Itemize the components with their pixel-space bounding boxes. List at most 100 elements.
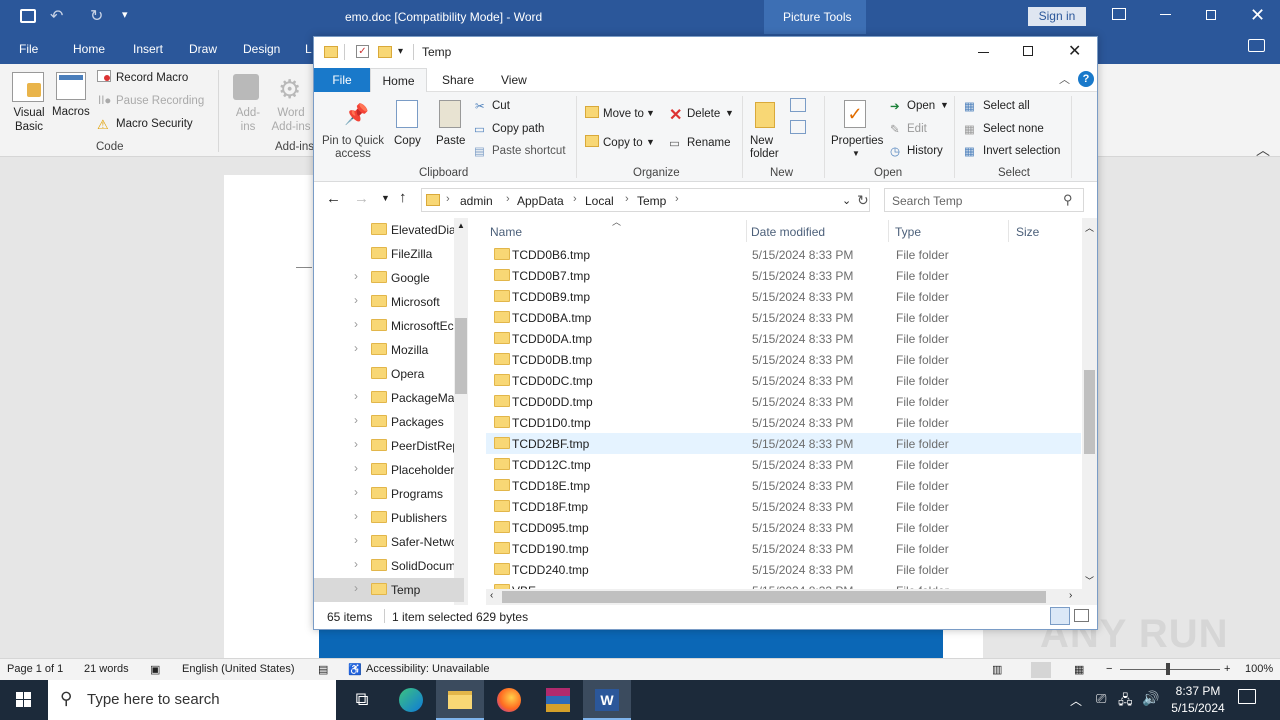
nav-item[interactable]: › Google — [314, 266, 464, 290]
expand-chevron-icon[interactable]: › — [354, 293, 358, 307]
word-addins-icon[interactable]: ⚙ — [278, 74, 301, 105]
details-view-icon[interactable] — [1050, 607, 1070, 625]
zoom-slider[interactable] — [1120, 669, 1220, 670]
file-row[interactable]: TCDD0BA.tmp 5/15/2024 8:33 PM File folder — [486, 307, 1081, 328]
breadcrumb-admin[interactable]: admin — [460, 194, 493, 208]
paste-icon[interactable] — [439, 100, 461, 128]
tab-home[interactable]: Home — [370, 68, 427, 93]
tab-file[interactable]: File — [19, 42, 38, 56]
pause-recording-button[interactable]: Pause Recording — [116, 95, 204, 107]
copy-to-button[interactable]: Copy to — [603, 137, 643, 149]
firefox-icon[interactable] — [485, 680, 533, 720]
word-addins-button[interactable]: Word Add-ins — [271, 106, 311, 134]
expand-chevron-icon[interactable]: › — [354, 437, 358, 451]
column-size[interactable]: Size — [1016, 225, 1039, 239]
addins-icon[interactable] — [233, 74, 259, 100]
macros-icon[interactable] — [56, 72, 86, 100]
tab-home[interactable]: Home — [73, 42, 105, 56]
expand-chevron-icon[interactable]: › — [354, 557, 358, 571]
ribbon-display-icon[interactable] — [1112, 8, 1126, 20]
network-icon[interactable]: 🖧 — [1118, 691, 1133, 713]
move-to-dropdown-icon[interactable]: ▼ — [646, 108, 655, 118]
open-button[interactable]: Open — [907, 100, 935, 112]
properties-button[interactable]: Properties — [831, 135, 883, 147]
nav-item[interactable]: ElevatedDia — [314, 218, 464, 242]
file-row[interactable]: TCDD0B9.tmp 5/15/2024 8:33 PM File folder — [486, 286, 1081, 307]
qat-dropdown-icon[interactable]: ▾ — [398, 46, 403, 57]
open-dropdown-icon[interactable]: ▼ — [940, 100, 949, 110]
notifications-icon[interactable] — [1238, 689, 1256, 704]
macros-button[interactable]: Macros — [52, 106, 90, 118]
edge-icon[interactable] — [387, 680, 435, 720]
winrar-icon[interactable] — [534, 680, 582, 720]
forward-icon[interactable]: → — [354, 190, 369, 207]
file-row[interactable]: TCDD0B6.tmp 5/15/2024 8:33 PM File folder — [486, 244, 1081, 265]
file-row[interactable]: TCDD2BF.tmp 5/15/2024 8:33 PM File folder — [486, 433, 1081, 454]
accessibility-status[interactable]: Accessibility: Unavailable — [366, 663, 490, 675]
sign-in-button[interactable]: Sign in — [1028, 7, 1086, 26]
tab-insert[interactable]: Insert — [133, 42, 163, 56]
paste-button[interactable]: Paste — [436, 135, 465, 147]
maximize-icon[interactable] — [1023, 46, 1033, 56]
read-mode-icon[interactable]: ▥ — [992, 663, 1002, 676]
minimize-icon[interactable] — [1160, 14, 1171, 15]
refresh-icon[interactable]: ↻ — [857, 192, 869, 209]
copy-to-dropdown-icon[interactable]: ▼ — [646, 137, 655, 147]
properties-icon[interactable]: ✓ — [844, 100, 866, 128]
back-icon[interactable]: ← — [326, 190, 341, 207]
addins-button[interactable]: Add-ins — [234, 106, 262, 134]
restore-icon[interactable] — [1206, 10, 1216, 20]
new-folder-button[interactable]: New folder — [750, 135, 782, 161]
nav-item[interactable]: › PeerDistRep — [314, 434, 464, 458]
pin-icon[interactable]: 📌 — [344, 102, 369, 127]
nav-item[interactable]: › MicrosoftEc — [314, 314, 464, 338]
nav-item[interactable]: › SolidDocum — [314, 554, 464, 578]
file-explorer-taskbar-icon[interactable] — [436, 680, 484, 720]
show-hidden-icons[interactable]: ︿ — [1070, 692, 1082, 709]
taskbar-search-input[interactable]: Type here to search — [87, 691, 220, 708]
record-macro-button[interactable]: Record Macro — [116, 72, 188, 84]
nav-item[interactable]: › Mozilla — [314, 338, 464, 362]
select-none-button[interactable]: Select none — [983, 123, 1044, 135]
scroll-down-icon[interactable]: ﹀ — [1082, 574, 1097, 589]
properties-dropdown-icon[interactable]: ▼ — [852, 149, 860, 158]
nav-item[interactable]: › Packages — [314, 410, 464, 434]
nav-item[interactable]: › Programs — [314, 482, 464, 506]
cut-button[interactable]: Cut — [492, 100, 510, 112]
minimize-ribbon-icon[interactable]: ︿ — [1059, 71, 1070, 87]
tab-share[interactable]: Share — [442, 73, 474, 87]
file-row[interactable]: TCDD18F.tmp 5/15/2024 8:33 PM File folder — [486, 496, 1081, 517]
file-row[interactable]: TCDD095.tmp 5/15/2024 8:33 PM File folder — [486, 517, 1081, 538]
print-layout-icon[interactable] — [1031, 662, 1051, 678]
comments-icon[interactable] — [1248, 39, 1265, 52]
search-input[interactable]: Search Temp — [892, 194, 962, 208]
breadcrumb-temp[interactable]: Temp — [637, 194, 666, 208]
nav-item[interactable]: › Safer-Netwo — [314, 530, 464, 554]
tab-design[interactable]: Design — [243, 42, 280, 56]
word-taskbar-icon[interactable]: W — [583, 680, 631, 720]
volume-icon[interactable]: 🔊 — [1142, 690, 1159, 707]
horizontal-scrollbar[interactable]: ‹ › — [486, 589, 1082, 605]
visual-basic-icon[interactable] — [12, 72, 44, 102]
nav-item[interactable]: FileZilla — [314, 242, 464, 266]
start-button[interactable] — [0, 680, 48, 720]
search-icon[interactable]: ⚲ — [1063, 192, 1073, 208]
file-row[interactable]: TCDD1D0.tmp 5/15/2024 8:33 PM File folder — [486, 412, 1081, 433]
expand-chevron-icon[interactable]: › — [354, 389, 358, 403]
new-folder-icon[interactable] — [755, 102, 775, 128]
close-icon[interactable]: ✕ — [1250, 5, 1265, 26]
undo-icon[interactable]: ↶ — [50, 6, 63, 26]
nav-item[interactable]: › Placeholder — [314, 458, 464, 482]
visual-basic-button[interactable]: Visual Basic — [13, 106, 45, 134]
file-row[interactable]: TCDD0DB.tmp 5/15/2024 8:33 PM File folder — [486, 349, 1081, 370]
expand-chevron-icon[interactable]: › — [354, 581, 358, 595]
minimize-icon[interactable] — [978, 52, 989, 53]
expand-chevron-icon[interactable]: › — [354, 509, 358, 523]
file-row[interactable]: TCDD18E.tmp 5/15/2024 8:33 PM File folder — [486, 475, 1081, 496]
web-layout-icon[interactable]: ▦ — [1074, 663, 1084, 676]
edit-button[interactable]: Edit — [907, 123, 927, 135]
large-icons-view-icon[interactable] — [1074, 609, 1089, 622]
recent-locations-icon[interactable]: ▼ — [381, 193, 390, 203]
list-vertical-scrollbar[interactable]: ︿ ﹀ — [1082, 218, 1097, 605]
tab-draw[interactable]: Draw — [189, 42, 217, 56]
